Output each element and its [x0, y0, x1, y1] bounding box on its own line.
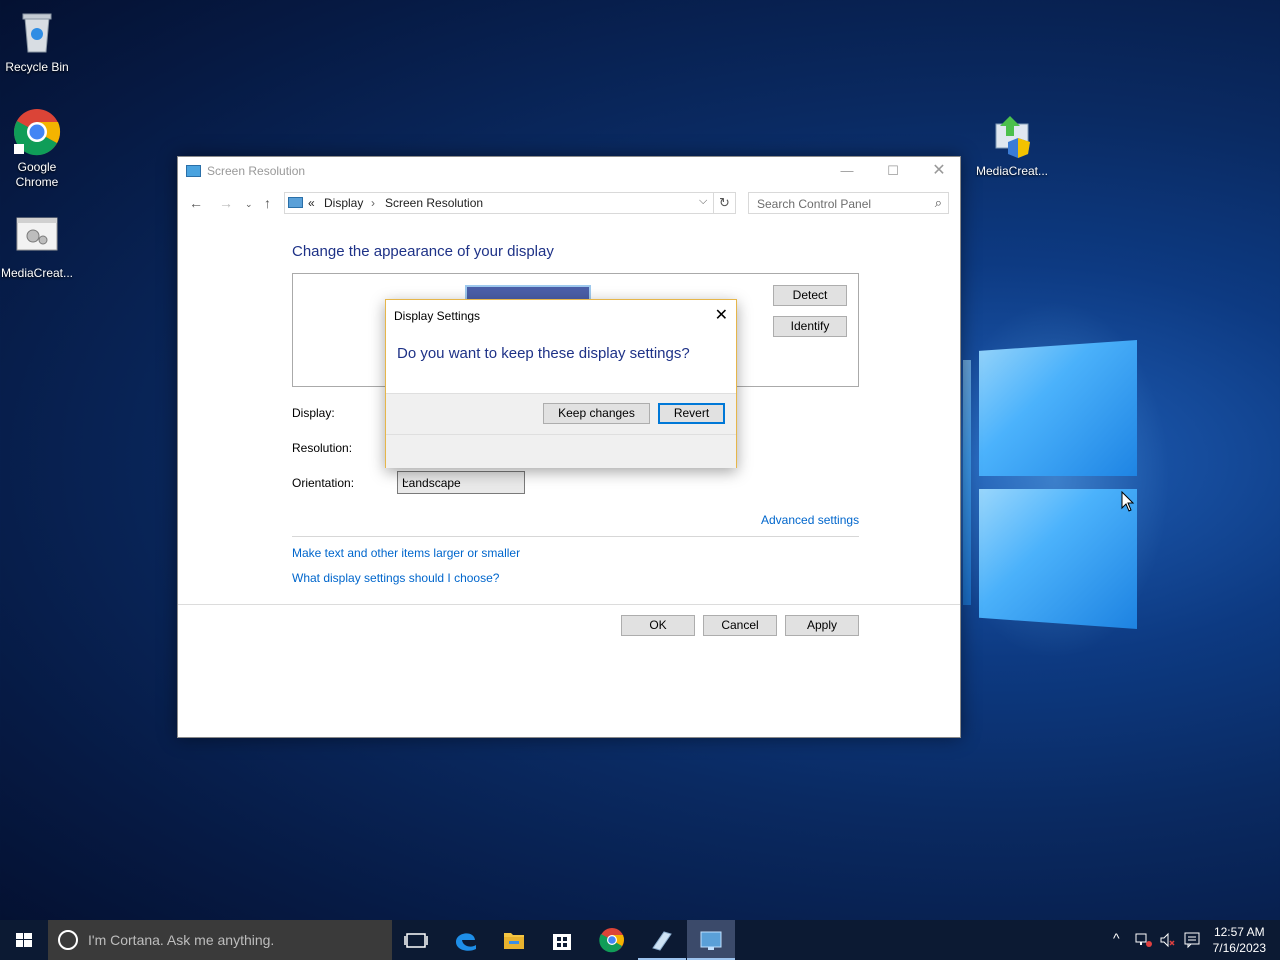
- cortana-placeholder: I'm Cortana. Ask me anything.: [88, 932, 275, 948]
- desktop-icon-google-chrome[interactable]: Google Chrome: [0, 108, 76, 190]
- mediacreation-tool-icon: [13, 214, 61, 262]
- folder-icon: [504, 933, 524, 949]
- chrome-icon: [13, 108, 61, 156]
- desktop-icon-label: MediaCreat...: [975, 164, 1049, 178]
- mediacreation-setup-icon: [988, 112, 1036, 160]
- mediacreation-taskbar-button[interactable]: [638, 920, 686, 960]
- search-input[interactable]: Search Control Panel ⌕: [748, 192, 949, 214]
- dialog-close-icon[interactable]: ✕: [715, 305, 728, 325]
- action-center-icon[interactable]: [1183, 931, 1201, 952]
- title-bar[interactable]: Screen Resolution — ☐ ✕: [178, 157, 960, 185]
- desktop-icon-recycle-bin[interactable]: Recycle Bin: [0, 8, 76, 75]
- breadcrumb-display[interactable]: Display: [324, 196, 363, 210]
- advanced-settings-link[interactable]: Advanced settings: [761, 513, 859, 527]
- network-icon[interactable]: [1135, 932, 1153, 951]
- display-app-icon: [186, 165, 201, 177]
- clock-date: 7/16/2023: [1212, 941, 1266, 955]
- breadcrumb-overflow[interactable]: «: [308, 196, 315, 210]
- apply-button[interactable]: Apply: [785, 615, 859, 636]
- show-hidden-icons-chevron-icon[interactable]: ^: [1113, 930, 1120, 946]
- resolution-label: Resolution:: [292, 441, 353, 455]
- mediacreation-taskbar-icon: [652, 931, 672, 951]
- up-arrow-icon[interactable]: ↑: [264, 195, 271, 211]
- footer-divider: [178, 604, 960, 605]
- keep-changes-button[interactable]: Keep changes: [543, 403, 650, 424]
- back-arrow-icon[interactable]: ←: [189, 195, 203, 211]
- desktop-icon-label: MediaCreat...: [0, 266, 74, 280]
- search-placeholder: Search Control Panel: [757, 197, 872, 211]
- dialog-footer-divider: [386, 434, 736, 435]
- start-button[interactable]: [0, 920, 48, 960]
- desktop-icon-label: Recycle Bin: [5, 60, 69, 74]
- breadcrumb-screen-resolution[interactable]: Screen Resolution: [385, 196, 483, 210]
- breadcrumb-arrow-icon: ›: [371, 196, 375, 210]
- screen-resolution-taskbar-button[interactable]: [687, 920, 735, 960]
- store-taskbar-button[interactable]: [538, 920, 586, 960]
- close-button[interactable]: ✕: [916, 157, 962, 185]
- ok-button[interactable]: OK: [621, 615, 695, 636]
- windows-start-icon: [16, 933, 32, 947]
- desktop-icon-mediacreation[interactable]: MediaCreat...: [0, 214, 76, 281]
- desktop-icon-label: Google Chrome: [15, 160, 59, 189]
- taskbar-clock[interactable]: 12:57 AM 7/16/2023: [1213, 924, 1266, 956]
- display-settings-dialog: Display Settings ✕ Do you want to keep t…: [385, 299, 737, 468]
- minimize-button[interactable]: —: [824, 157, 870, 185]
- clock-time: 12:57 AM: [1213, 925, 1265, 939]
- maximize-button[interactable]: ☐: [870, 157, 916, 185]
- refresh-icon[interactable]: ↻: [714, 192, 736, 214]
- display-settings-taskbar-icon: [700, 931, 722, 950]
- task-view-button[interactable]: [392, 920, 440, 960]
- control-panel-icon: [288, 197, 303, 208]
- desktop-icon-mediacreation-2[interactable]: MediaCreat...: [973, 112, 1051, 179]
- address-bar[interactable]: « Display › Screen Resolution ⌵: [284, 192, 714, 214]
- dialog-question: Do you want to keep these display settin…: [397, 345, 690, 362]
- divider: [292, 536, 859, 537]
- display-label: Display:: [292, 406, 335, 420]
- text-size-link[interactable]: Make text and other items larger or smal…: [292, 546, 520, 560]
- dialog-title: Display Settings: [394, 309, 481, 323]
- revert-button[interactable]: Revert: [658, 403, 725, 424]
- page-heading: Change the appearance of your display: [292, 243, 554, 260]
- address-dropdown-icon[interactable]: ⌵: [699, 195, 707, 208]
- orientation-select[interactable]: Landscape ⌄: [397, 471, 525, 494]
- chrome-taskbar-button[interactable]: [588, 920, 636, 960]
- detect-button[interactable]: Detect: [773, 285, 847, 306]
- volume-muted-icon[interactable]: [1159, 932, 1177, 951]
- identify-button[interactable]: Identify: [773, 316, 847, 337]
- taskbar: I'm Cortana. Ask me anything. ^ 12:57 AM…: [0, 920, 1280, 960]
- recent-dropdown-icon[interactable]: ⌄: [245, 199, 253, 210]
- edge-icon: [456, 933, 476, 951]
- task-view-icon: [404, 933, 428, 948]
- file-explorer-taskbar-button[interactable]: [490, 920, 538, 960]
- recycle-bin-icon: [13, 8, 61, 56]
- orientation-label: Orientation:: [292, 476, 355, 490]
- edge-taskbar-button[interactable]: [442, 920, 490, 960]
- window-title: Screen Resolution: [207, 164, 306, 178]
- chrome-taskbar-icon: [599, 928, 624, 953]
- cancel-button[interactable]: Cancel: [703, 615, 777, 636]
- mouse-cursor-icon: [1121, 490, 1135, 516]
- chevron-down-icon: ⌄: [402, 475, 411, 486]
- cortana-search-box[interactable]: I'm Cortana. Ask me anything.: [48, 920, 392, 960]
- store-icon: [553, 934, 571, 950]
- dialog-footer: Keep changes Revert: [386, 393, 736, 468]
- display-help-link[interactable]: What display settings should I choose?: [292, 571, 499, 585]
- cortana-icon: [58, 930, 78, 950]
- search-icon[interactable]: ⌕: [935, 195, 942, 211]
- forward-arrow-icon[interactable]: →: [219, 195, 233, 211]
- address-row: ← → ⌄ ↑ « Display › Screen Resolution ⌵ …: [178, 191, 960, 217]
